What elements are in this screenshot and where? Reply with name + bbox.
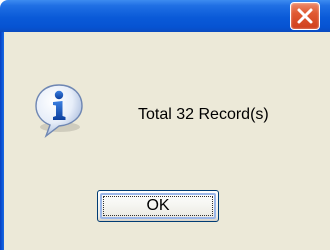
close-button[interactable] <box>290 2 320 30</box>
title-bar[interactable] <box>0 0 330 32</box>
info-icon <box>33 83 85 139</box>
message-text: Total 32 Record(s) <box>138 106 269 123</box>
ok-button[interactable]: OK <box>97 190 219 222</box>
close-icon <box>297 8 313 24</box>
message-dialog: Total 32 Record(s) OK <box>0 0 330 250</box>
ok-button-label: OK <box>146 197 170 214</box>
